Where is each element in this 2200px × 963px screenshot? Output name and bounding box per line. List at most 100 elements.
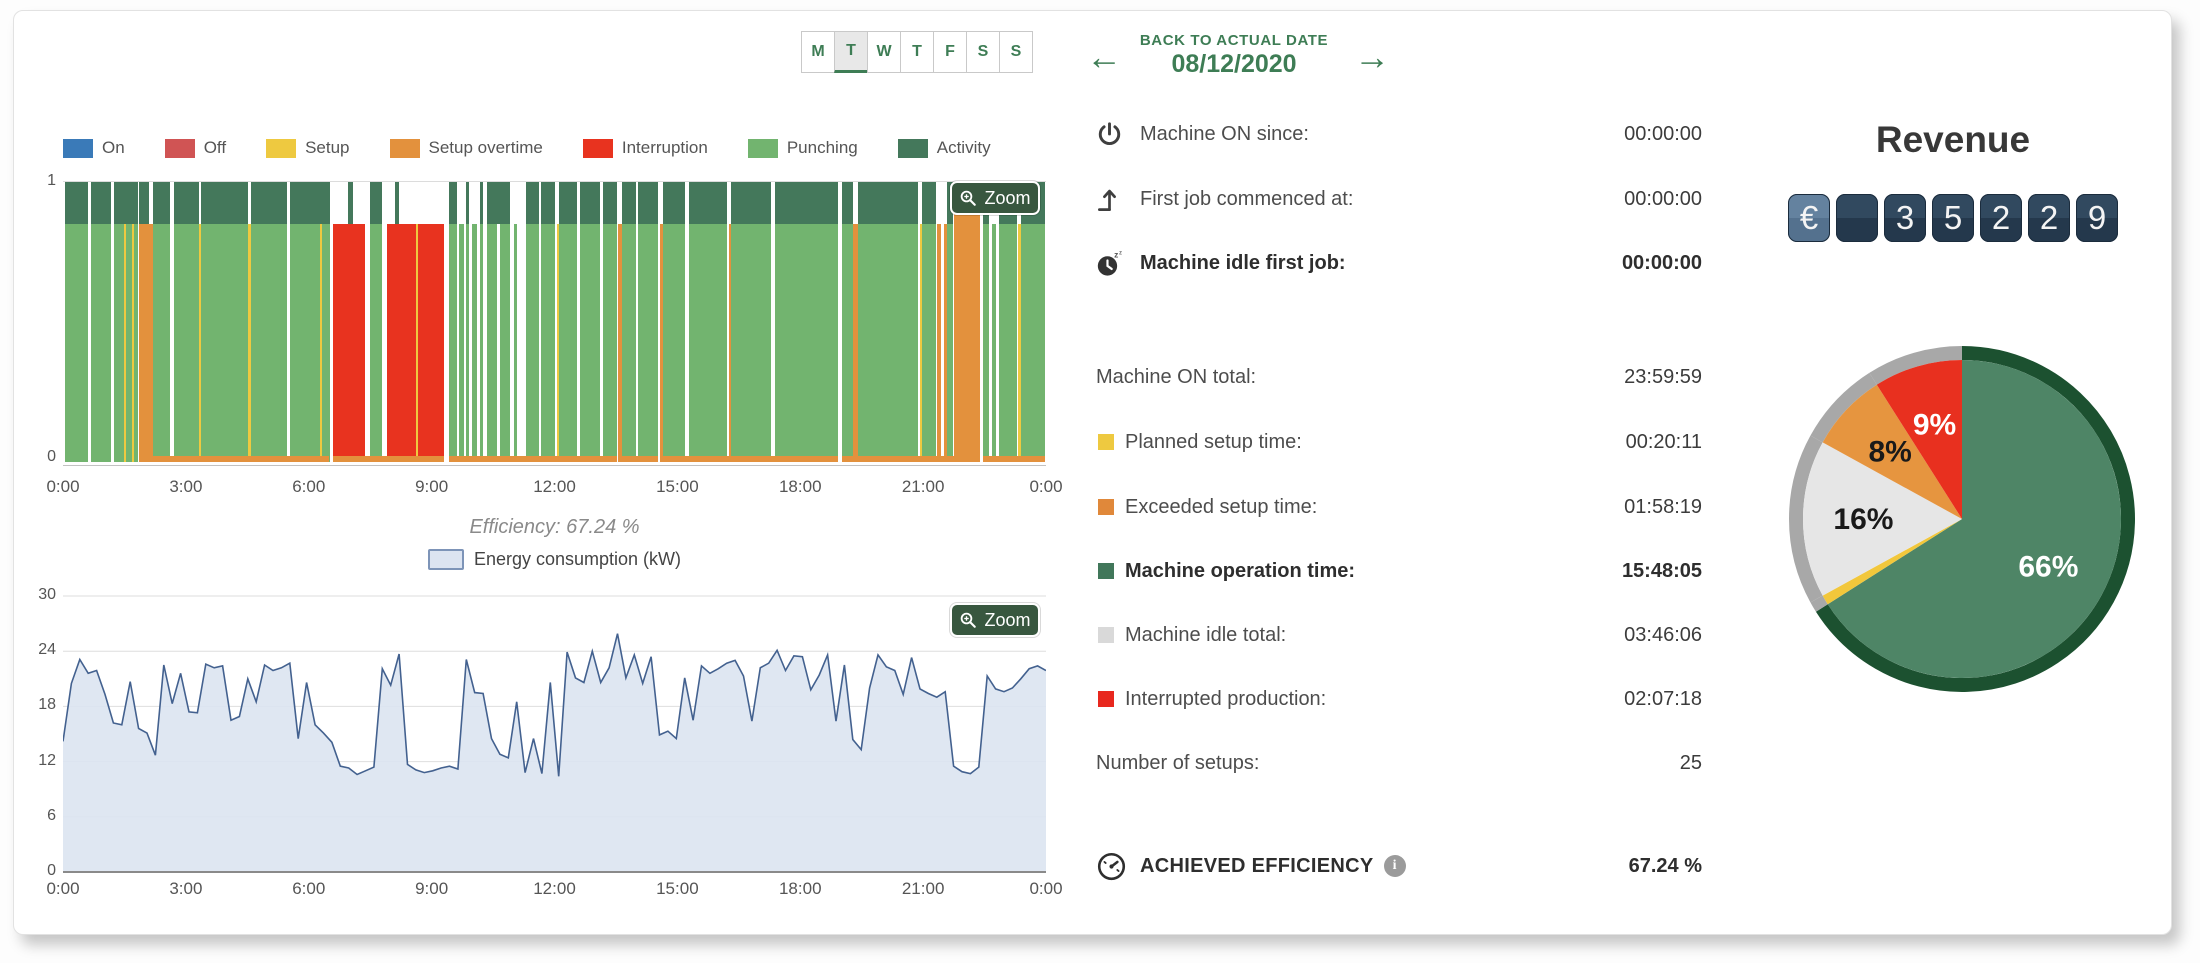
punching-segment xyxy=(731,224,770,462)
punching-segment xyxy=(663,224,684,462)
stat-label: Interrupted production: xyxy=(1125,688,1326,711)
x-tick-label: 0:00 xyxy=(46,879,79,899)
timeline-zoom-button[interactable]: Zoom xyxy=(950,181,1040,215)
activity-segment xyxy=(731,182,770,224)
day-tab-6[interactable]: S xyxy=(999,31,1033,73)
first-job-icon xyxy=(1096,186,1140,213)
back-to-actual-date[interactable]: BACK TO ACTUAL DATE 08/12/2020 xyxy=(1114,32,1354,79)
punching-segment xyxy=(322,224,330,462)
legend-item-6: Activity xyxy=(898,138,991,158)
interruption-segment xyxy=(418,224,444,462)
punching-segment xyxy=(580,224,600,462)
stat-label: Machine idle total: xyxy=(1125,624,1286,647)
legend-item-1: Off xyxy=(165,138,226,158)
punching-segment xyxy=(999,224,1017,462)
legend-swatch xyxy=(165,139,195,158)
stat-value: 00:00:00 xyxy=(1622,252,1702,275)
legend-item-4: Interruption xyxy=(583,138,708,158)
stat-row: Achieved efficiencyi67.24 % xyxy=(1096,845,1702,887)
stat-value: 15:48:05 xyxy=(1622,560,1702,583)
revenue-digit-tile: 9 xyxy=(2076,194,2118,242)
status-color-swatch xyxy=(1098,434,1114,450)
punching-segment xyxy=(466,224,469,462)
punching-segment xyxy=(153,224,170,462)
pie-slice-label: 16% xyxy=(1833,503,1893,536)
punching-segment xyxy=(603,224,617,462)
day-tab-1[interactable]: T xyxy=(834,31,868,73)
activity-segment xyxy=(201,182,248,224)
stat-label: Machine operation time: xyxy=(1125,560,1355,583)
punching-segment xyxy=(622,224,636,462)
setup-baseline-segment xyxy=(449,456,617,462)
back-to-actual-date-label: BACK TO ACTUAL DATE xyxy=(1114,32,1354,49)
setup-baseline-segment xyxy=(660,456,838,462)
day-tab-4[interactable]: F xyxy=(933,31,967,73)
revenue-pie-chart: 66%16%8%9% xyxy=(1786,343,2138,695)
activity-segment xyxy=(114,182,137,224)
stat-row: First job commenced at:00:00:00 xyxy=(1096,178,1702,220)
setup-baseline-segment xyxy=(983,456,1045,462)
setup-baseline-segment xyxy=(618,456,658,462)
svg-text:z: z xyxy=(1119,250,1122,256)
revenue-digit-tile: 3 xyxy=(1884,194,1926,242)
x-tick-label: 12:00 xyxy=(533,879,576,899)
efficiency-caption: Efficiency: 67.24 % xyxy=(63,516,1046,539)
legend-swatch xyxy=(748,139,778,158)
energy-consumption-chart[interactable] xyxy=(63,591,1046,881)
stat-value: 02:07:18 xyxy=(1624,688,1702,711)
legend-label: Setup xyxy=(305,138,349,158)
punching-segment xyxy=(91,224,111,462)
machine-state-timeline-chart[interactable] xyxy=(63,181,1046,466)
day-tab-3[interactable]: T xyxy=(900,31,934,73)
x-tick-label: 6:00 xyxy=(292,477,325,497)
punching-segment xyxy=(251,224,288,462)
x-tick-label: 0:00 xyxy=(46,477,79,497)
stat-value: 00:00:00 xyxy=(1624,123,1702,146)
legend-label: Setup overtime xyxy=(429,138,543,158)
revenue-digit-tile xyxy=(1836,194,1878,242)
pie-slice-label: 8% xyxy=(1868,436,1911,469)
energy-legend-label: Energy consumption (kW) xyxy=(474,549,681,570)
x-tick-label: 18:00 xyxy=(779,879,822,899)
x-tick-label: 15:00 xyxy=(656,879,699,899)
punching-segment xyxy=(638,224,657,462)
energy-zoom-label: Zoom xyxy=(984,610,1030,631)
punching-segment xyxy=(689,224,728,462)
punching-segment xyxy=(775,224,838,462)
legend-item-2: Setup xyxy=(266,138,349,158)
energy-zoom-button[interactable]: Zoom xyxy=(950,603,1040,637)
activity-segment xyxy=(370,182,381,224)
day-tab-2[interactable]: W xyxy=(867,31,901,73)
energy-legend-swatch xyxy=(428,549,464,570)
x-tick-label: 12:00 xyxy=(533,477,576,497)
activity-segment xyxy=(290,182,330,224)
x-tick-label: 3:00 xyxy=(169,879,202,899)
punching-segment xyxy=(500,224,511,462)
timeline-x-tick-labels: 0:003:006:009:0012:0015:0018:0021:000:00 xyxy=(63,477,1046,499)
stat-label: Number of setups: xyxy=(1096,752,1259,775)
overtime-segment xyxy=(139,224,153,462)
punching-segment xyxy=(842,224,853,462)
punching-segment xyxy=(290,224,320,462)
status-color-swatch xyxy=(1098,563,1114,579)
activity-segment xyxy=(480,182,483,224)
day-tab-5[interactable]: S xyxy=(966,31,1000,73)
stat-row: Planned setup time:00:20:11 xyxy=(1096,421,1702,463)
legend-label: Activity xyxy=(937,138,991,158)
legend-label: Punching xyxy=(787,138,858,158)
overtime-segment xyxy=(937,224,941,462)
stat-row: Machine ON since:00:00:00 xyxy=(1096,113,1702,155)
next-day-arrow-icon[interactable]: → xyxy=(1354,39,1390,75)
day-tab-0[interactable]: M xyxy=(801,31,835,73)
punching-segment xyxy=(370,224,381,462)
legend-swatch xyxy=(390,139,420,158)
stat-value: 00:00:00 xyxy=(1624,188,1702,211)
info-icon[interactable]: i xyxy=(1384,855,1406,877)
energy-x-tick-labels: 0:003:006:009:0012:0015:0018:0021:000:00 xyxy=(63,879,1046,901)
punching-segment xyxy=(174,224,199,462)
overtime-segment xyxy=(954,182,980,462)
punching-segment xyxy=(114,224,123,462)
punching-segment xyxy=(459,224,463,462)
activity-segment xyxy=(842,182,853,224)
current-date: 08/12/2020 xyxy=(1114,50,1354,79)
